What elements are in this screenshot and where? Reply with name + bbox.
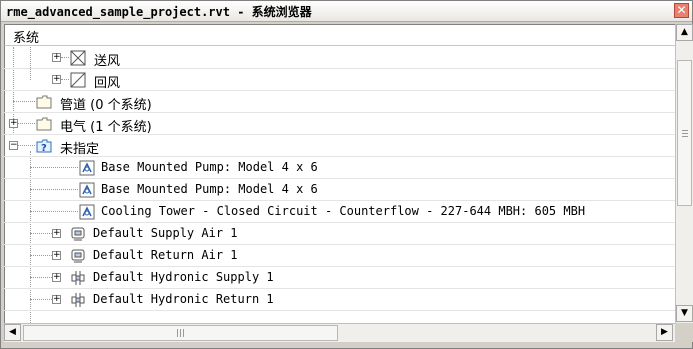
chevron-up-icon: ▲ bbox=[681, 27, 688, 37]
supply-air-icon bbox=[70, 50, 86, 66]
vertical-scroll-thumb[interactable] bbox=[677, 60, 692, 206]
horizontal-scrollbar[interactable]: ◀ ▶ bbox=[4, 323, 675, 342]
close-button[interactable]: ✕ bbox=[674, 3, 689, 18]
close-icon: ✕ bbox=[676, 3, 687, 17]
tree-connector bbox=[30, 189, 78, 190]
tree-item-cooling-tower[interactable]: Cooling Tower - Closed Circuit - Counter… bbox=[4, 201, 675, 223]
tree-connector bbox=[18, 145, 35, 146]
tree-connector bbox=[61, 57, 69, 58]
vertical-scrollbar[interactable]: ▲ ▼ bbox=[675, 24, 693, 323]
expand-icon[interactable]: + bbox=[52, 273, 61, 282]
horizontal-scroll-thumb[interactable] bbox=[23, 325, 338, 341]
tree-item-supply-air-1[interactable]: + Default Supply Air 1 bbox=[4, 223, 675, 245]
system-tree: + 送风 + 回风 管道 (0 个系统) + 电气 (1 个系统) − ? 未指… bbox=[4, 47, 675, 323]
expand-icon[interactable]: + bbox=[52, 53, 61, 62]
tree-item-supply-air[interactable]: + 送风 bbox=[4, 47, 675, 69]
unassigned-folder-icon: ? bbox=[36, 139, 52, 154]
hydronic-icon bbox=[71, 293, 85, 307]
tree-item-label: Default Return Air 1 bbox=[93, 248, 238, 262]
tree-item-hydronic-return-1[interactable]: + Default Hydronic Return 1 bbox=[4, 289, 675, 311]
expand-icon[interactable]: + bbox=[52, 75, 61, 84]
cooling-tower-component-icon bbox=[79, 204, 95, 220]
svg-text:?: ? bbox=[41, 143, 47, 154]
thumb-grip bbox=[682, 133, 688, 134]
air-terminal-icon bbox=[71, 249, 85, 263]
thumb-grip bbox=[177, 329, 178, 337]
tree-item-label: 回风 bbox=[94, 76, 121, 91]
expand-icon[interactable]: + bbox=[52, 251, 61, 260]
column-header[interactable]: 系统 bbox=[4, 24, 675, 46]
tree-connector bbox=[30, 299, 52, 300]
pump-component-icon bbox=[79, 160, 95, 176]
hydronic-icon bbox=[71, 271, 85, 285]
thumb-grip bbox=[682, 130, 688, 131]
tree-item-label: Base Mounted Pump: Model 4 x 6 bbox=[101, 182, 318, 196]
tree-item-label: Default Hydronic Return 1 bbox=[93, 292, 274, 306]
tree-item-pump-2[interactable]: Base Mounted Pump: Model 4 x 6 bbox=[4, 179, 675, 201]
tree-item-label: 送风 bbox=[94, 54, 121, 69]
window-title: rme_advanced_sample_project.rvt - 系统浏览器 bbox=[6, 5, 312, 19]
scroll-left-button[interactable]: ◀ bbox=[4, 324, 21, 341]
tree-connector bbox=[30, 233, 52, 234]
tree-connector bbox=[30, 255, 52, 256]
system-browser-window: rme_advanced_sample_project.rvt - 系统浏览器 … bbox=[0, 0, 693, 349]
tree-connector bbox=[30, 211, 78, 212]
expand-icon[interactable]: + bbox=[52, 295, 61, 304]
folder-icon bbox=[36, 95, 52, 109]
tree-item-pump-1[interactable]: Base Mounted Pump: Model 4 x 6 bbox=[4, 157, 675, 179]
column-header-label: 系统 bbox=[13, 31, 40, 46]
tree-connector bbox=[13, 101, 35, 102]
tree-connector bbox=[30, 277, 52, 278]
folder-icon bbox=[36, 117, 52, 131]
pump-component-icon bbox=[79, 182, 95, 198]
tree-item-unassigned[interactable]: − ? 未指定 bbox=[4, 135, 675, 157]
thumb-grip bbox=[180, 329, 181, 337]
scroll-down-button[interactable]: ▼ bbox=[676, 305, 693, 322]
tree-connector bbox=[61, 79, 69, 80]
chevron-left-icon: ◀ bbox=[9, 327, 16, 337]
tree-item-label: Base Mounted Pump: Model 4 x 6 bbox=[101, 160, 318, 174]
tree-item-return-air[interactable]: + 回风 bbox=[4, 69, 675, 91]
scrollbar-corner bbox=[675, 323, 693, 342]
title-bar[interactable]: rme_advanced_sample_project.rvt - 系统浏览器 … bbox=[1, 1, 692, 22]
tree-item-label: 未指定 bbox=[60, 142, 100, 157]
tree-item-label: 电气 (1 个系统) bbox=[60, 120, 152, 135]
return-air-icon bbox=[70, 72, 86, 88]
chevron-right-icon: ▶ bbox=[661, 327, 668, 337]
tree-connector bbox=[18, 123, 35, 124]
tree-item-return-air-1[interactable]: + Default Return Air 1 bbox=[4, 245, 675, 267]
chevron-down-icon: ▼ bbox=[681, 308, 688, 318]
tree-item-label: Cooling Tower - Closed Circuit - Counter… bbox=[101, 204, 586, 218]
tree-connector bbox=[30, 167, 78, 168]
air-terminal-icon bbox=[71, 227, 85, 241]
thumb-grip bbox=[183, 329, 184, 337]
thumb-grip bbox=[682, 136, 688, 137]
tree-item-label: Default Supply Air 1 bbox=[93, 226, 238, 240]
tree-item-hydronic-supply-1[interactable]: + Default Hydronic Supply 1 bbox=[4, 267, 675, 289]
expand-icon[interactable]: + bbox=[52, 229, 61, 238]
tree-item-label: 管道 (0 个系统) bbox=[60, 98, 152, 113]
collapse-icon[interactable]: − bbox=[9, 141, 18, 150]
scroll-right-button[interactable]: ▶ bbox=[656, 324, 673, 341]
tree-item-piping[interactable]: 管道 (0 个系统) bbox=[4, 91, 675, 113]
tree-item-electrical[interactable]: + 电气 (1 个系统) bbox=[4, 113, 675, 135]
expand-icon[interactable]: + bbox=[9, 119, 18, 128]
tree-item-label: Default Hydronic Supply 1 bbox=[93, 270, 274, 284]
scroll-up-button[interactable]: ▲ bbox=[676, 24, 693, 41]
